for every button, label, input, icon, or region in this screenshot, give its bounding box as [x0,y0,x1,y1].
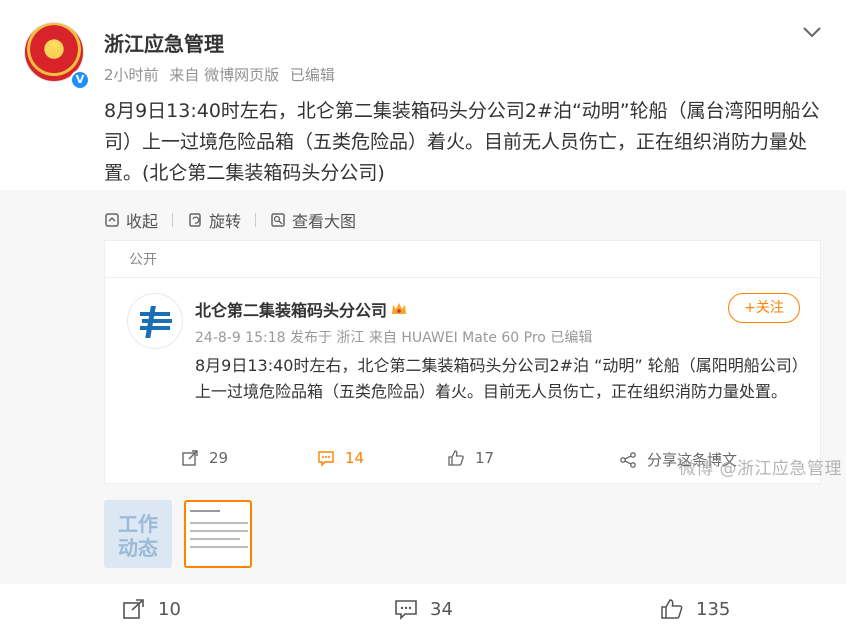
thumbnail-1-text: 工作动态 [118,512,158,560]
post-header: ★ V 浙江应急管理 2小时前 来自 微博网页版 已编辑 [24,22,824,92]
crown-icon [392,303,407,314]
view-large-label: 查看大图 [292,212,357,231]
post-time[interactable]: 2小时前 [104,66,159,84]
toolbar-divider [172,213,174,227]
collapse-button[interactable]: 收起 [104,208,158,232]
like-count: 135 [696,598,731,620]
collapse-icon [105,213,119,227]
post-meta: 2小时前 来自 微博网页版 已编辑 [104,64,341,85]
repost-icon [182,450,198,466]
repost-button[interactable]: 10 [122,598,181,620]
image-search-icon [271,213,285,227]
image-preview-area: 收起 旋转 查看大图 公开 北仑第二集装箱码头分公司 24-8-9 15:18 … [0,190,846,584]
rotate-icon [189,213,201,227]
thumbnail-strip: 工作动态 [104,500,264,568]
like-icon [448,450,464,466]
thumbnail-1[interactable]: 工作动态 [104,500,172,568]
embedded-post-card[interactable]: 公开 北仑第二集装箱码头分公司 24-8-9 15:18 发布于 浙江 来自 H… [104,240,821,484]
repost-share-button[interactable]: 29 [181,449,228,467]
rotate-button[interactable]: 旋转 [187,208,241,232]
follow-button[interactable]: +关注 [728,293,800,323]
visibility-label: 公开 [129,252,157,268]
weibo-watermark: 微博 @浙江应急管理 [678,459,842,479]
verified-badge-icon: V [70,70,90,90]
post-text: 8月9日13:40时左右，北仑第二集装箱码头分公司2#泊“动明”轮船（属台湾阳明… [104,100,820,184]
repost-meta: 24-8-9 15:18 发布于 浙江 来自 HUAWEI Mate 60 Pr… [195,330,593,346]
company-logo-icon [140,306,172,338]
repost-like-button[interactable]: 17 [447,449,494,467]
repost-comment-button[interactable]: 14 [317,449,364,467]
repost-icon [123,599,144,619]
thumbnail-2-selected[interactable] [184,500,252,568]
repost-author-name[interactable]: 北仑第二集装箱码头分公司 [195,297,407,321]
repost-text: 8月9日13:40时左右，北仑第二集装箱码头分公司2#泊 “动明” 轮船（属阳明… [195,356,800,401]
share-icon [620,451,636,468]
comment-button[interactable]: 34 [394,598,453,620]
card-divider [105,277,820,278]
chevron-down-icon[interactable] [800,22,824,42]
image-toolbar: 收起 旋转 查看大图 [104,208,370,232]
rotate-label: 旋转 [209,212,242,231]
repost-count: 10 [158,598,181,620]
like-count: 17 [475,449,495,467]
toolbar-divider [255,213,257,227]
post-action-bar: 10 34 135 [0,584,846,630]
comment-count: 14 [345,449,365,467]
comment-icon [395,600,417,620]
author-name[interactable]: 浙江应急管理 [104,28,224,57]
post-edited[interactable]: 已编辑 [290,66,335,84]
view-large-button[interactable]: 查看大图 [270,208,356,232]
collapse-label: 收起 [126,212,159,231]
comment-count: 34 [430,598,453,620]
repost-author-label: 北仑第二集装箱码头分公司 [195,301,388,320]
emblem-star-icon: ★ [47,35,62,54]
repost-count: 29 [209,449,229,467]
like-icon [661,599,683,619]
like-button[interactable]: 135 [660,598,730,620]
company-logo-avatar[interactable] [127,293,183,349]
post-source: 来自 微博网页版 [169,66,280,84]
comment-icon [318,451,334,467]
